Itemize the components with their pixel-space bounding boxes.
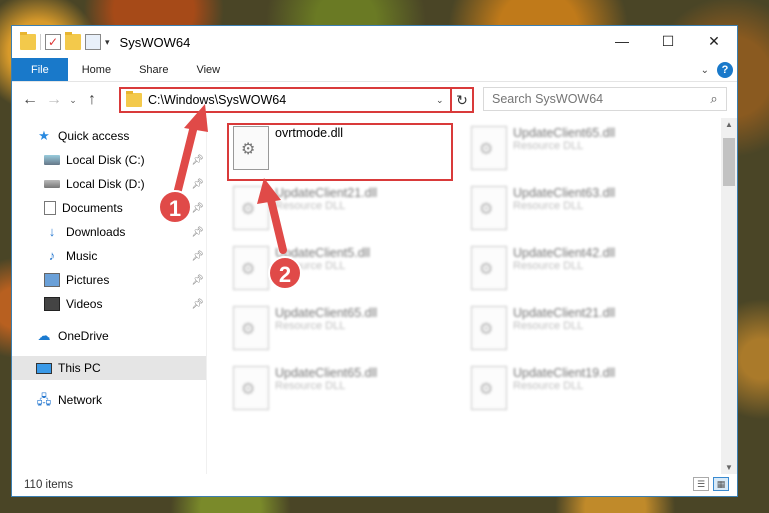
arrow-2-head [257, 178, 281, 204]
arrow-1 [174, 118, 199, 194]
annotation-arrows [174, 104, 287, 254]
arrow-2 [266, 192, 287, 254]
arrow-1-head [184, 104, 208, 132]
step-1-badge: 1 [158, 190, 192, 224]
step-2-badge: 2 [268, 256, 302, 290]
